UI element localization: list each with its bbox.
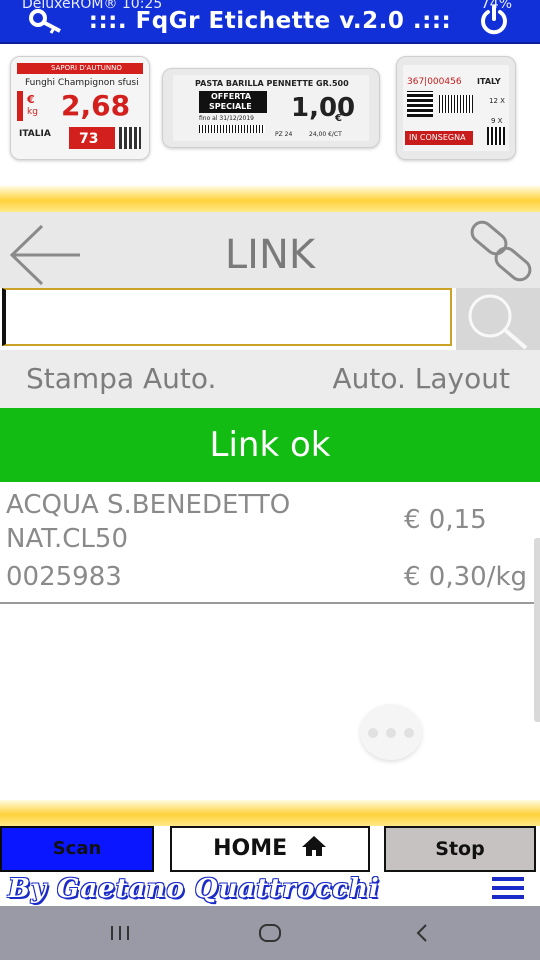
chain-link-icon[interactable] xyxy=(466,220,536,282)
divider xyxy=(0,602,540,604)
power-icon[interactable] xyxy=(478,4,510,36)
scrollbar-handle[interactable] xyxy=(534,538,540,722)
barcode-search-input[interactable] xyxy=(2,288,452,346)
label2-promo-line2: SPECIALE xyxy=(209,102,252,111)
decorative-stripe xyxy=(0,186,540,212)
product-code: 0025983 xyxy=(6,562,122,592)
app-title: :::. FqGr Etichette v.2.0 .::: xyxy=(88,8,452,34)
product-price: € 0,15 xyxy=(404,505,487,535)
label3-country: ITALY xyxy=(477,77,501,86)
search-icon xyxy=(468,294,528,350)
footer: By Gaetano Quattrocchi xyxy=(0,872,540,906)
link-status-banner: Link ok xyxy=(0,408,540,482)
label2-currency: € xyxy=(335,113,342,124)
label2-product: PASTA BARILLA PENNETTE GR.500 xyxy=(195,79,349,88)
more-options-button[interactable] xyxy=(360,704,422,760)
recents-icon[interactable] xyxy=(100,918,140,948)
options-row: Stampa Auto. Auto. Layout xyxy=(0,350,540,408)
price-label-delivery: 367|000456 ITALY 12 X 9 X IN CONSEGNA xyxy=(396,56,516,160)
product-unit-price: € 0,30/kg xyxy=(404,562,528,592)
scan-button[interactable]: Scan xyxy=(0,826,154,872)
home-button-label: HOME xyxy=(213,836,288,861)
app-title-bar: DeluxeROM® 10:25 74% :::. FqGr Etichette… xyxy=(0,0,540,44)
search-button[interactable] xyxy=(456,288,540,350)
product-name: ACQUA S.BENEDETTO NAT.CL50 xyxy=(6,490,291,554)
label1-price: 2,68 xyxy=(61,89,131,122)
qr-code xyxy=(119,127,141,149)
more-dot-icon xyxy=(386,728,396,738)
label1-header: SAPORI D'AUTUNNO xyxy=(51,64,122,72)
label2-promo-line1: OFFERTA xyxy=(211,92,252,101)
label2-pieces: PZ 24 xyxy=(275,131,293,138)
qr-code xyxy=(407,91,433,117)
label1-product: Funghi Champignon sfusi xyxy=(25,78,139,88)
price-label-pasta: PASTA BARILLA PENNETTE GR.500 OFFERTA SP… xyxy=(162,68,380,148)
stop-button[interactable]: Stop xyxy=(384,826,536,872)
label1-box-price: 73 xyxy=(79,131,99,147)
page-title: LINK xyxy=(224,232,316,278)
label3-status: IN CONSEGNA xyxy=(409,133,466,142)
decorative-stripe xyxy=(0,800,540,826)
more-dot-icon xyxy=(368,728,378,738)
label2-unit-price: 24,00 €/CT xyxy=(309,131,342,138)
label1-unit: kg xyxy=(27,107,38,117)
qr-code xyxy=(487,127,505,145)
price-label-produce: SAPORI D'AUTUNNO Funghi Champignon sfusi… xyxy=(10,56,150,160)
auto-print-toggle[interactable]: Stampa Auto. xyxy=(26,362,216,395)
home-button[interactable]: HOME xyxy=(170,826,370,872)
label1-origin: ITALIA xyxy=(19,129,51,139)
link-header: LINK xyxy=(0,212,540,288)
auto-layout-toggle[interactable]: Auto. Layout xyxy=(332,362,510,395)
label2-price: 1,00 xyxy=(291,93,356,123)
back-nav-icon[interactable] xyxy=(402,918,442,948)
system-nav-bar xyxy=(0,906,540,960)
label3-code: 367|000456 xyxy=(407,77,462,87)
author-credit: By Gaetano Quattrocchi xyxy=(8,874,380,904)
label1-currency: € xyxy=(27,93,35,106)
hamburger-menu-icon[interactable] xyxy=(492,876,524,900)
label3-qty2: 9 X xyxy=(491,117,503,125)
label-banner: SAPORI D'AUTUNNO Funghi Champignon sfusi… xyxy=(0,44,540,170)
label2-promo-date: fino al 31/12/2019 xyxy=(199,115,254,122)
home-icon xyxy=(301,836,326,856)
more-dot-icon xyxy=(404,728,414,738)
home-nav-icon[interactable] xyxy=(250,918,290,948)
label3-qty1: 12 X xyxy=(489,97,505,105)
